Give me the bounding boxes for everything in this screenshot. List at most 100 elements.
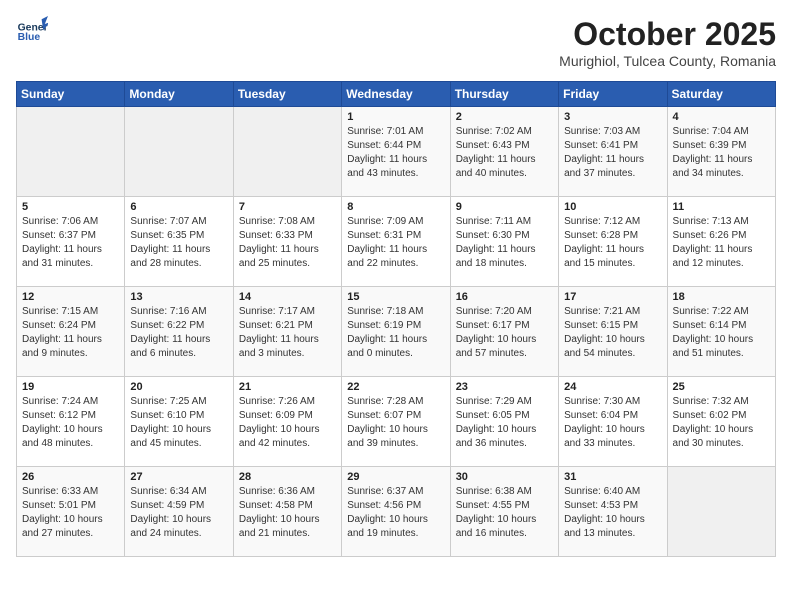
day-info: Sunrise: 7:04 AM Sunset: 6:39 PM Dayligh… [673,125,770,181]
calendar-cell: 15 Sunrise: 7:18 AM Sunset: 6:19 PM Dayli… [342,287,450,377]
location-subtitle: Murighiol, Tulcea County, Romania [559,53,776,69]
day-info: Sunrise: 7:20 AM Sunset: 6:17 PM Dayligh… [456,305,553,361]
day-info: Sunrise: 6:38 AM Sunset: 4:55 PM Dayligh… [456,485,553,541]
calendar-header-row: SundayMondayTuesdayWednesdayThursdayFrid… [17,82,776,107]
day-of-week-header: Sunday [17,82,125,107]
calendar-cell: 13Sunrise: 7:16 AM Sunset: 6:22 PM Dayli… [125,287,233,377]
day-number: 5 [22,201,119,213]
title-block: October 2025 Murighiol, Tulcea County, R… [559,16,776,69]
day-number: 26 [22,471,119,483]
calendar-week-row: 19Sunrise: 7:24 AM Sunset: 6:12 PM Dayli… [17,377,776,467]
day-info: Sunrise: 7:06 AM Sunset: 6:37 PM Dayligh… [22,215,119,271]
day-number: 15 [347,291,444,303]
calendar-cell: 3 Sunrise: 7:03 AM Sunset: 6:41 PM Daylig… [559,107,667,197]
day-info: Sunrise: 7:32 AM Sunset: 6:02 PM Dayligh… [673,395,770,451]
calendar-cell: 29 Sunrise: 6:37 AM Sunset: 4:56 PM Dayli… [342,467,450,557]
day-number: 6 [130,201,227,213]
calendar-cell [667,467,775,557]
calendar-cell [233,107,341,197]
day-info: Sunrise: 7:03 AM Sunset: 6:41 PM Dayligh… [564,125,661,181]
calendar-cell: 5 Sunrise: 7:06 AM Sunset: 6:37 PM Daylig… [17,197,125,287]
day-info: Sunrise: 7:30 AM Sunset: 6:04 PM Dayligh… [564,395,661,451]
day-number: 14 [239,291,336,303]
day-info: Sunrise: 6:34 AM Sunset: 4:59 PM Dayligh… [130,485,227,541]
calendar-cell: 25 Sunrise: 7:32 AM Sunset: 6:02 PM Dayli… [667,377,775,467]
day-number: 20 [130,381,227,393]
day-info: Sunrise: 7:02 AM Sunset: 6:43 PM Dayligh… [456,125,553,181]
day-info: Sunrise: 6:33 AM Sunset: 5:01 PM Dayligh… [22,485,119,541]
day-info: Sunrise: 7:08 AM Sunset: 6:33 PM Dayligh… [239,215,336,271]
logo: General Blue [16,16,48,44]
calendar-cell: 31Sunrise: 6:40 AM Sunset: 4:53 PM Dayli… [559,467,667,557]
day-of-week-header: Wednesday [342,82,450,107]
calendar-cell: 28Sunrise: 6:36 AM Sunset: 4:58 PM Dayli… [233,467,341,557]
day-info: Sunrise: 7:17 AM Sunset: 6:21 PM Dayligh… [239,305,336,361]
calendar-cell: 22 Sunrise: 7:28 AM Sunset: 6:07 PM Dayli… [342,377,450,467]
calendar-cell: 17 Sunrise: 7:21 AM Sunset: 6:15 PM Dayli… [559,287,667,377]
day-number: 22 [347,381,444,393]
calendar-week-row: 5 Sunrise: 7:06 AM Sunset: 6:37 PM Daylig… [17,197,776,287]
calendar-cell: 14 Sunrise: 7:17 AM Sunset: 6:21 PM Dayli… [233,287,341,377]
day-info: Sunrise: 6:37 AM Sunset: 4:56 PM Dayligh… [347,485,444,541]
day-number: 27 [130,471,227,483]
calendar-cell [125,107,233,197]
month-title: October 2025 [559,16,776,53]
calendar-cell: 2 Sunrise: 7:02 AM Sunset: 6:43 PM Daylig… [450,107,558,197]
calendar-cell: 10Sunrise: 7:12 AM Sunset: 6:28 PM Dayli… [559,197,667,287]
day-number: 31 [564,471,661,483]
page-header: General Blue October 2025 Murighiol, Tul… [16,16,776,69]
day-number: 21 [239,381,336,393]
day-info: Sunrise: 7:09 AM Sunset: 6:31 PM Dayligh… [347,215,444,271]
day-number: 18 [673,291,770,303]
day-number: 10 [564,201,661,213]
calendar-cell: 1 Sunrise: 7:01 AM Sunset: 6:44 PM Daylig… [342,107,450,197]
day-number: 25 [673,381,770,393]
day-info: Sunrise: 7:25 AM Sunset: 6:10 PM Dayligh… [130,395,227,451]
day-info: Sunrise: 6:36 AM Sunset: 4:58 PM Dayligh… [239,485,336,541]
day-info: Sunrise: 7:28 AM Sunset: 6:07 PM Dayligh… [347,395,444,451]
calendar-cell: 30 Sunrise: 6:38 AM Sunset: 4:55 PM Dayli… [450,467,558,557]
day-number: 8 [347,201,444,213]
calendar-week-row: 1 Sunrise: 7:01 AM Sunset: 6:44 PM Daylig… [17,107,776,197]
calendar-cell: 12 Sunrise: 7:15 AM Sunset: 6:24 PM Dayli… [17,287,125,377]
day-of-week-header: Monday [125,82,233,107]
day-number: 2 [456,111,553,123]
day-number: 13 [130,291,227,303]
calendar-cell: 7Sunrise: 7:08 AM Sunset: 6:33 PM Daylig… [233,197,341,287]
day-info: Sunrise: 7:22 AM Sunset: 6:14 PM Dayligh… [673,305,770,361]
calendar-cell: 6Sunrise: 7:07 AM Sunset: 6:35 PM Daylig… [125,197,233,287]
calendar-cell: 21 Sunrise: 7:26 AM Sunset: 6:09 PM Dayli… [233,377,341,467]
day-info: Sunrise: 7:24 AM Sunset: 6:12 PM Dayligh… [22,395,119,451]
day-number: 3 [564,111,661,123]
day-info: Sunrise: 7:18 AM Sunset: 6:19 PM Dayligh… [347,305,444,361]
calendar-cell: 27 Sunrise: 6:34 AM Sunset: 4:59 PM Dayli… [125,467,233,557]
day-of-week-header: Thursday [450,82,558,107]
calendar-table: SundayMondayTuesdayWednesdayThursdayFrid… [16,81,776,557]
day-number: 29 [347,471,444,483]
calendar-cell: 19Sunrise: 7:24 AM Sunset: 6:12 PM Dayli… [17,377,125,467]
calendar-cell: 20 Sunrise: 7:25 AM Sunset: 6:10 PM Dayli… [125,377,233,467]
calendar-week-row: 26 Sunrise: 6:33 AM Sunset: 5:01 PM Dayli… [17,467,776,557]
day-info: Sunrise: 7:21 AM Sunset: 6:15 PM Dayligh… [564,305,661,361]
day-info: Sunrise: 7:15 AM Sunset: 6:24 PM Dayligh… [22,305,119,361]
day-number: 17 [564,291,661,303]
day-number: 11 [673,201,770,213]
day-number: 30 [456,471,553,483]
day-number: 1 [347,111,444,123]
day-number: 12 [22,291,119,303]
calendar-cell: 18 Sunrise: 7:22 AM Sunset: 6:14 PM Dayli… [667,287,775,377]
day-number: 16 [456,291,553,303]
calendar-cell: 11 Sunrise: 7:13 AM Sunset: 6:26 PM Dayli… [667,197,775,287]
day-info: Sunrise: 7:29 AM Sunset: 6:05 PM Dayligh… [456,395,553,451]
day-info: Sunrise: 7:01 AM Sunset: 6:44 PM Dayligh… [347,125,444,181]
calendar-cell: 9Sunrise: 7:11 AM Sunset: 6:30 PM Daylig… [450,197,558,287]
calendar-cell: 4Sunrise: 7:04 AM Sunset: 6:39 PM Daylig… [667,107,775,197]
calendar-cell: 26 Sunrise: 6:33 AM Sunset: 5:01 PM Dayli… [17,467,125,557]
day-info: Sunrise: 7:26 AM Sunset: 6:09 PM Dayligh… [239,395,336,451]
calendar-week-row: 12 Sunrise: 7:15 AM Sunset: 6:24 PM Dayli… [17,287,776,377]
calendar-cell: 16 Sunrise: 7:20 AM Sunset: 6:17 PM Dayli… [450,287,558,377]
day-info: Sunrise: 7:13 AM Sunset: 6:26 PM Dayligh… [673,215,770,271]
calendar-body: 1 Sunrise: 7:01 AM Sunset: 6:44 PM Daylig… [17,107,776,557]
day-number: 23 [456,381,553,393]
calendar-cell [17,107,125,197]
